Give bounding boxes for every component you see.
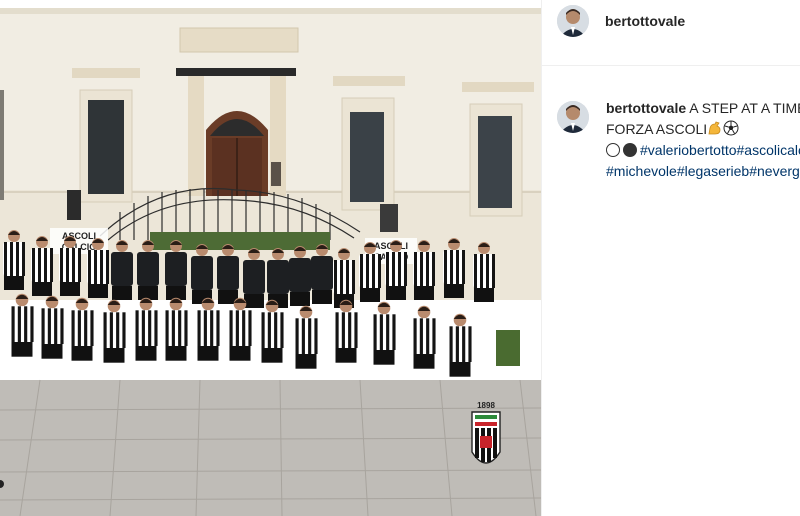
white-circle-icon: [606, 143, 620, 157]
caption-line-3: #valeriobertotto#ascolicalcio: [606, 140, 800, 161]
instagram-post-view: ASCOLI CALCIO ASCOLI CALCIO 1898: [0, 0, 800, 516]
flexed-biceps-icon: [707, 120, 723, 142]
caption-text: A STEP AT A TIME...: [689, 100, 800, 116]
team-member: [70, 297, 94, 361]
team-member: [412, 305, 436, 369]
team-member: [334, 299, 358, 363]
crest-year: 1898: [477, 401, 495, 410]
post-photo[interactable]: ASCOLI CALCIO ASCOLI CALCIO 1898: [0, 0, 541, 516]
team-member: [134, 297, 158, 361]
panel-divider: [541, 0, 542, 516]
hashtag-ascolicalcio[interactable]: #ascolicalcio: [737, 142, 800, 158]
team-member: [102, 299, 126, 363]
hashtag-legaserieb[interactable]: #legaserieb: [677, 163, 749, 179]
caption-avatar[interactable]: [557, 101, 589, 133]
team-member: [10, 293, 34, 357]
hashtag-valeriobertotto[interactable]: #valeriobertotto: [640, 142, 737, 158]
team-member: [164, 297, 188, 361]
post-caption: bertottovale A STEP AT A TIME... FORZA A…: [606, 98, 800, 182]
team-member: [372, 301, 396, 365]
stone-pavement: [0, 380, 541, 516]
caption-line-2: FORZA ASCOLI: [606, 119, 800, 140]
team-photo-illustration: ASCOLI CALCIO ASCOLI CALCIO 1898: [0, 0, 541, 516]
team-member: [448, 313, 472, 377]
caption-forza: FORZA ASCOLI: [606, 121, 708, 137]
hashtag-michevole[interactable]: #michevole: [606, 163, 677, 179]
caption-line-4: #michevole#legaserieb#nevergiveup: [606, 161, 800, 182]
black-circle-icon: [623, 143, 637, 157]
caption-username[interactable]: bertottovale: [606, 100, 686, 116]
team-member: [260, 299, 284, 363]
team-group: [3, 230, 495, 377]
hashtag-nevergiveup[interactable]: #nevergiveup: [749, 163, 800, 179]
team-member: [196, 297, 220, 361]
team-member: [294, 305, 318, 369]
header-avatar[interactable]: [557, 5, 589, 37]
soccer-ball-icon: [723, 120, 739, 142]
caption-line-1: bertottovale A STEP AT A TIME...: [606, 98, 800, 119]
header-username[interactable]: bertottovale: [605, 13, 685, 29]
team-member: [40, 295, 64, 359]
